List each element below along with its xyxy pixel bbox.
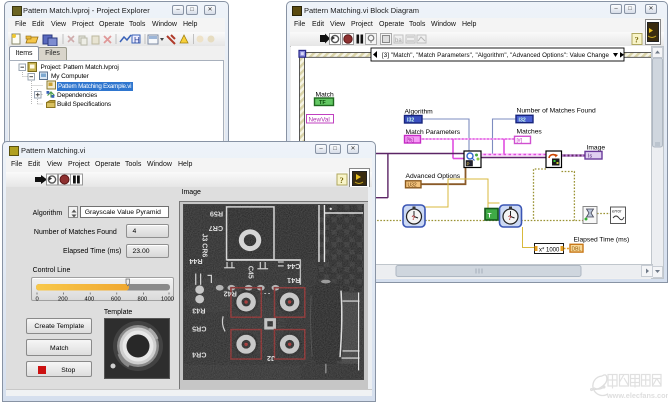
svg-text:www.elecfans.com: www.elecfans.com — [606, 391, 668, 400]
svg-text:Algorithm: Algorithm — [405, 109, 434, 116]
svg-text:800: 800 — [138, 297, 148, 303]
svg-text:error: error — [612, 209, 622, 214]
svg-text:?: ? — [508, 216, 512, 222]
svg-text:Number of Matches Found: Number of Matches Found — [517, 108, 596, 115]
svg-text:600: 600 — [111, 297, 121, 303]
svg-text:H: H — [134, 36, 140, 45]
svg-text:R44: R44 — [189, 257, 202, 265]
svg-text:CR5: CR5 — [192, 325, 206, 333]
svg-text:DBL: DBL — [572, 246, 582, 252]
svg-text:U32: U32 — [408, 183, 417, 189]
svg-text:P: P — [467, 162, 470, 167]
svg-text:ba: ba — [395, 38, 402, 44]
svg-text:R42: R42 — [224, 290, 237, 298]
svg-text:CR7: CR7 — [209, 224, 223, 232]
svg-text:Image: Image — [587, 144, 606, 151]
svg-text:J3 CR6: J3 CR6 — [201, 234, 209, 258]
svg-text:0: 0 — [36, 297, 39, 303]
svg-text:T: T — [488, 213, 492, 220]
svg-text:I32: I32 — [519, 117, 526, 123]
svg-text:R59: R59 — [210, 210, 223, 218]
svg-text:TF: TF — [319, 100, 326, 106]
svg-text:NewVal: NewVal — [309, 117, 330, 124]
svg-text:J2: J2 — [267, 354, 275, 362]
svg-text:1000: 1000 — [161, 297, 174, 303]
svg-text:C44: C44 — [287, 262, 300, 270]
svg-text:Matches: Matches — [517, 129, 543, 136]
svg-text:R43: R43 — [192, 307, 205, 315]
svg-text:[%]: [%] — [407, 138, 415, 144]
svg-text:CR4: CR4 — [192, 350, 206, 358]
svg-text:400: 400 — [85, 297, 95, 303]
svg-text:R41: R41 — [287, 276, 300, 284]
svg-text:200: 200 — [58, 297, 68, 303]
svg-text:x* 1000: x* 1000 — [539, 247, 560, 253]
svg-text:I32: I32 — [407, 118, 414, 124]
svg-text:?: ? — [412, 216, 416, 222]
svg-text:Advanced Options: Advanced Options — [406, 173, 461, 180]
svg-text:[3] "Match", "Match Parameters: [3] "Match", "Match Parameters", "Algori… — [382, 52, 610, 59]
svg-text:?: ? — [635, 35, 639, 45]
svg-text:?: ? — [340, 175, 344, 185]
svg-text:[#]: [#] — [517, 138, 523, 144]
svg-text:Is: Is — [588, 153, 592, 159]
svg-text:C45: C45 — [247, 266, 255, 279]
svg-text:Elapsed Time (ms): Elapsed Time (ms) — [574, 237, 630, 244]
